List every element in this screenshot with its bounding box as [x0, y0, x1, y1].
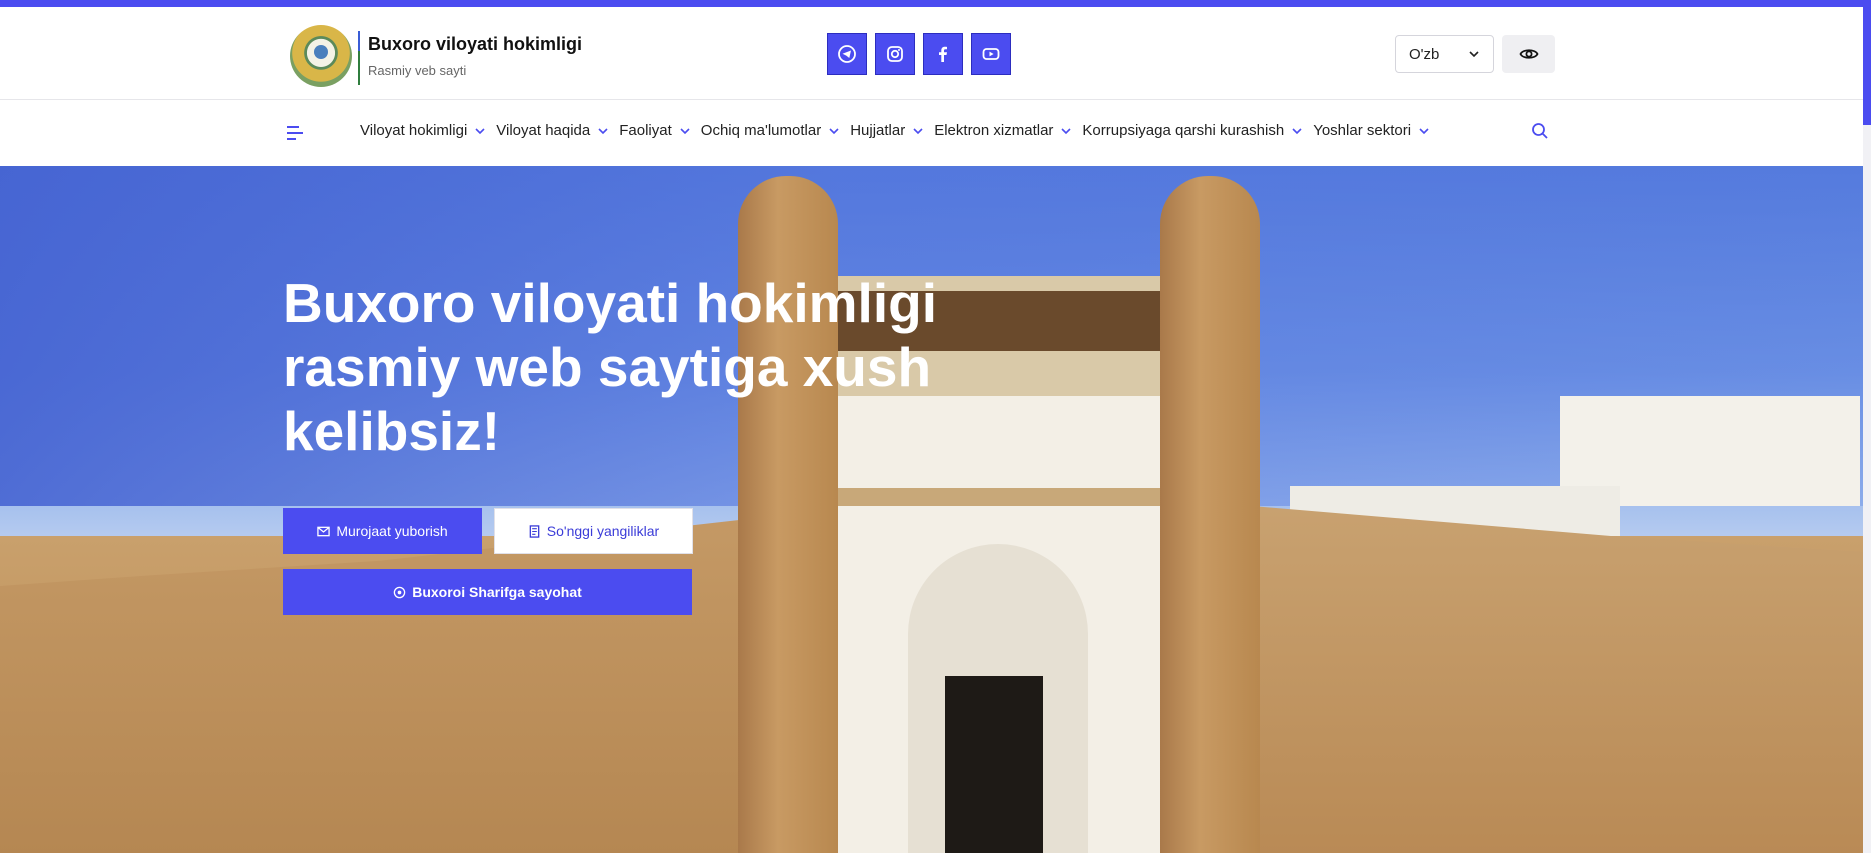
site-subtitle: Rasmiy veb sayti [368, 63, 467, 78]
main-nav: Viloyat hokimligi Viloyat haqida Faoliya… [0, 100, 1863, 166]
nav-item-korrupsiya[interactable]: Korrupsiyaga qarshi kurashish [1082, 122, 1303, 139]
chevron-down-icon [913, 127, 923, 134]
appeal-button-label: Murojaat yuborish [336, 523, 448, 539]
site-title: Buxoro viloyati hokimligi [368, 34, 583, 54]
state-emblem-logo [290, 25, 352, 87]
nav-item-label: Viloyat haqida [496, 122, 591, 139]
instagram-icon [887, 46, 903, 62]
eye-icon [1518, 49, 1539, 59]
nav-item-viloyat-haqida[interactable]: Viloyat haqida [496, 122, 609, 139]
news-button-label: So'nggi yangiliklar [546, 523, 660, 539]
nav-items: Viloyat hokimligi Viloyat haqida Faoliya… [360, 122, 1430, 139]
facebook-icon [939, 46, 947, 62]
top-accent-bar [0, 0, 1871, 7]
brand-text: Buxoro viloyati hokimligi Rasmiy veb say… [358, 31, 582, 85]
chevron-down-icon [680, 127, 690, 134]
language-value: O'zb [1409, 45, 1440, 63]
instagram-link[interactable] [875, 33, 915, 75]
nav-item-faoliyat[interactable]: Faoliyat [619, 122, 691, 139]
nav-item-yoshlar-sektori[interactable]: Yoshlar sektori [1313, 122, 1430, 139]
youtube-link[interactable] [971, 33, 1011, 75]
nav-item-label: Faoliyat [619, 122, 672, 139]
nav-item-label: Yoshlar sektori [1313, 122, 1412, 139]
search-icon[interactable] [1531, 122, 1549, 140]
nav-item-label: Ochiq ma'lumotlar [700, 122, 822, 139]
page-scrollbar-thumb[interactable] [1863, 7, 1871, 125]
telegram-icon [838, 45, 856, 63]
tour-button[interactable]: Buxoroi Sharifga sayohat [283, 569, 692, 615]
chevron-down-icon [1061, 127, 1071, 134]
hero-gate-band [830, 488, 1170, 506]
site-header: Buxoro viloyati hokimligi Rasmiy veb say… [0, 7, 1863, 100]
appeal-button[interactable]: Murojaat yuborish [283, 508, 482, 554]
chevron-down-icon [1292, 127, 1302, 134]
nav-item-label: Hujjatlar [850, 122, 906, 139]
social-links [827, 33, 1011, 75]
facebook-link[interactable] [923, 33, 963, 75]
hero-title: Buxoro viloyati hokimligi rasmiy web say… [283, 272, 937, 462]
chevron-down-icon [1469, 51, 1479, 58]
chevron-down-icon [1419, 127, 1429, 134]
chevron-down-icon [598, 127, 608, 134]
youtube-icon [982, 48, 1000, 60]
nav-item-label: Viloyat hokimligi [360, 122, 468, 139]
accessibility-button[interactable] [1502, 35, 1555, 73]
compass-icon [393, 586, 406, 598]
hero-door [945, 676, 1043, 853]
language-select[interactable]: O'zb [1395, 35, 1494, 73]
hero-tower [1160, 176, 1260, 853]
nav-item-hujjatlar[interactable]: Hujjatlar [850, 122, 924, 139]
nav-item-viloyat-hokimligi[interactable]: Viloyat hokimligi [360, 122, 486, 139]
nav-item-label: Korrupsiyaga qarshi kurashish [1082, 122, 1285, 139]
telegram-link[interactable] [827, 33, 867, 75]
nav-item-elektron-xizmatlar[interactable]: Elektron xizmatlar [934, 122, 1072, 139]
document-icon [529, 524, 540, 538]
chevron-down-icon [475, 127, 485, 134]
chevron-down-icon [829, 127, 839, 134]
tour-button-label: Buxoroi Sharifga sayohat [412, 584, 582, 600]
brand[interactable]: Buxoro viloyati hokimligi Rasmiy veb say… [290, 25, 582, 87]
menu-icon[interactable] [286, 125, 304, 141]
page-scrollbar[interactable] [1863, 7, 1871, 853]
hero-banner: Buxoro viloyati hokimligi rasmiy web say… [0, 166, 1863, 853]
nav-item-label: Elektron xizmatlar [934, 122, 1054, 139]
mail-icon [317, 526, 331, 536]
nav-item-ochiq-malumotlar[interactable]: Ochiq ma'lumotlar [701, 122, 840, 139]
news-button[interactable]: So'nggi yangiliklar [494, 508, 693, 554]
